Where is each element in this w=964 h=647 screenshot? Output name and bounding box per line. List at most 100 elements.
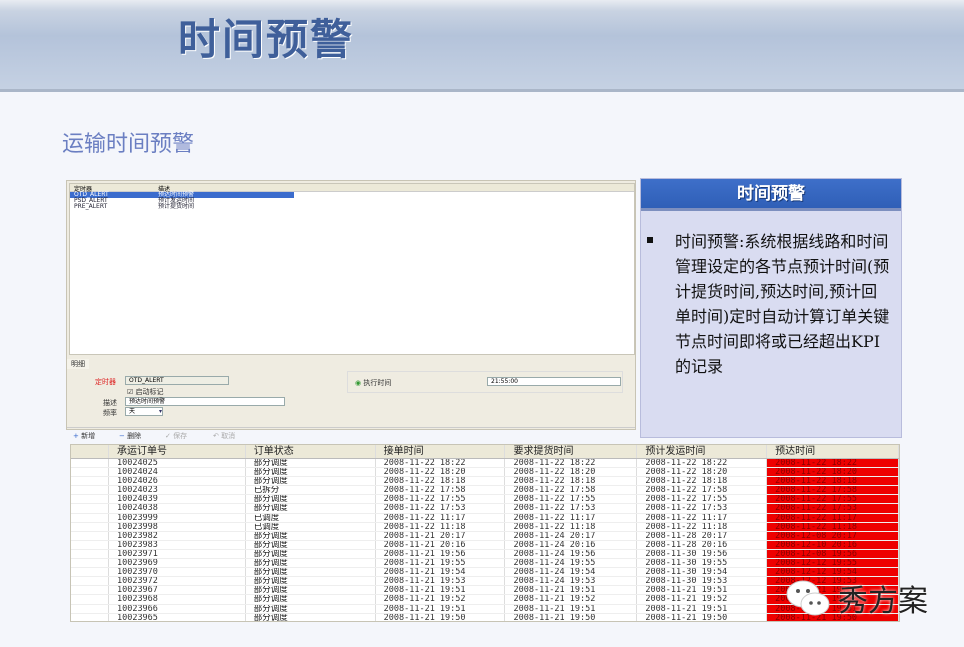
- table-cell: 2008-11-22 18:18: [767, 477, 899, 486]
- table-cell: 2008-11-22 17:55: [376, 495, 506, 504]
- table-cell: 2008-11-30 19:53: [637, 577, 768, 586]
- freq-select[interactable]: 天 ▾: [125, 407, 163, 416]
- tab-details[interactable]: 明细: [67, 359, 89, 369]
- table-row[interactable]: 10023983 部分调度 2008-11-21 20:16 2008-11-24 2…: [71, 540, 899, 550]
- column-header[interactable]: 接单时间: [376, 445, 506, 458]
- table-cell: 2008-11-21 19:56: [376, 549, 506, 559]
- table-row[interactable]: 10023971 部分调度 2008-11-21 19:56 2008-11-24 1…: [71, 549, 899, 560]
- exec-radio[interactable]: ◉ 执行时间: [355, 378, 391, 388]
- row-gutter: [71, 568, 109, 577]
- table-cell: 部分调度: [246, 495, 376, 504]
- table-row[interactable]: 10023982 部分调度 2008-11-21 20:17 2008-11-24 2…: [71, 531, 899, 541]
- check-icon: ✓: [165, 432, 171, 440]
- watermark-text: 秀方案: [838, 584, 928, 619]
- table-cell: 2008-11-22 11:18: [767, 522, 899, 531]
- table-cell: 部分调度: [246, 504, 376, 513]
- column-header[interactable]: 预达时间: [767, 445, 899, 458]
- row-gutter: [71, 459, 109, 468]
- table-cell: 2008-11-22 18:18: [637, 477, 768, 486]
- wechat-icon: [786, 580, 830, 616]
- table-cell: 部分调度: [246, 613, 376, 621]
- table-cell: 2008-11-21 19:55: [376, 559, 506, 568]
- table-cell: 2008-11-21 19:51: [505, 604, 638, 613]
- timer-list: 定时器 描述 OTD_ALERT 预达时间预警 PSD_ALERT 预计发运时间 PRE…: [69, 183, 635, 355]
- list-header-timer[interactable]: 定时器: [70, 184, 154, 193]
- table-row[interactable]: 10023998 已调度 2008-11-22 11:18 2008-11-22 11…: [71, 522, 899, 532]
- table-row[interactable]: 10024023 已拆分 2008-11-22 17:58 2008-11-22 17…: [71, 486, 899, 496]
- table-cell: 2008-11-22 17:53: [637, 504, 768, 513]
- table-cell: 2008-11-22 11:17: [767, 513, 899, 522]
- row-gutter: [71, 613, 109, 621]
- table-cell: 2008-11-22 17:55: [767, 495, 899, 504]
- table-row[interactable]: 10023967 部分调度 2008-11-21 19:51 2008-11-21 1…: [71, 586, 899, 596]
- table-row[interactable]: 10023970 部分调度 2008-11-21 19:54 2008-11-24 1…: [71, 568, 899, 578]
- table-cell: 2008-11-22 18:22: [376, 459, 506, 468]
- table-cell: 2008-11-22 17:55: [505, 495, 638, 504]
- save-label: 保存: [173, 432, 188, 440]
- table-row[interactable]: 10023965 部分调度 2008-11-21 19:50 2008-11-21 1…: [71, 613, 899, 621]
- table-row[interactable]: 10023968 部分调度 2008-11-21 19:52 2008-11-21 1…: [71, 595, 899, 605]
- table-cell: 2008-11-22 11:18: [376, 522, 506, 531]
- row-gutter: [71, 468, 109, 477]
- table-cell: 已拆分: [246, 486, 376, 495]
- description-panel: 时间预警 时间预警:系统根据线路和时间管理设定的各节点预计时间(预计提货时间,预…: [640, 178, 902, 450]
- table-cell: 2008-11-30 19:56: [637, 549, 768, 559]
- table-row[interactable]: 10024038 部分调度 2008-11-22 17:53 2008-11-22 1…: [71, 504, 899, 514]
- row-gutter: [71, 486, 109, 495]
- save-button[interactable]: ✓ 保存: [165, 431, 187, 441]
- table-cell: 2008-11-28 20:16: [637, 540, 768, 549]
- column-header[interactable]: [71, 445, 109, 458]
- table-cell: 部分调度: [246, 468, 376, 477]
- table-cell: 10023968: [109, 595, 246, 604]
- table-row[interactable]: 10023972 部分调度 2008-11-21 19:53 2008-11-24 1…: [71, 577, 899, 587]
- table-cell: 2008-12-12 19:54: [767, 568, 899, 577]
- timer-field[interactable]: OTD_ALERT: [125, 376, 229, 385]
- table-cell: 10023970: [109, 568, 246, 577]
- row-gutter: [71, 586, 109, 595]
- table-cell: 10024039: [109, 495, 246, 504]
- table-row[interactable]: 10023966 部分调度 2008-11-21 19:51 2008-11-21 1…: [71, 604, 899, 614]
- toolbar-divider: [67, 427, 635, 428]
- column-header[interactable]: 预计发运时间: [637, 445, 768, 458]
- table-row[interactable]: 10024026 部分调度 2008-11-22 18:18 2008-11-22 1…: [71, 477, 899, 487]
- column-header[interactable]: 订单状态: [246, 445, 376, 458]
- table-cell: 2008-11-21 19:50: [376, 613, 506, 621]
- list-header-desc[interactable]: 描述: [154, 184, 170, 193]
- table-cell: 2008-12-08 20:17: [767, 531, 899, 540]
- table-cell: 10024025: [109, 459, 246, 468]
- undo-icon: ↶: [213, 432, 219, 440]
- exec-time-field[interactable]: 21:55:00: [487, 377, 621, 386]
- row-gutter: [71, 559, 109, 568]
- table-cell: 2008-11-24 19:55: [505, 559, 638, 568]
- timer-list-row[interactable]: PRE_ALERT 预计提货时间: [70, 204, 634, 210]
- table-row[interactable]: 10023999 已调度 2008-11-22 11:17 2008-11-22 11…: [71, 513, 899, 523]
- table-cell: 2008-11-22 18:22: [505, 459, 638, 468]
- timer-app-panel: 定时器 描述 OTD_ALERT 预达时间预警 PSD_ALERT 预计发运时间 PRE…: [66, 180, 636, 440]
- row-gutter: [71, 577, 109, 586]
- table-row[interactable]: 10024039 部分调度 2008-11-22 17:55 2008-11-22 1…: [71, 495, 899, 505]
- delete-button[interactable]: − 删除: [119, 431, 141, 441]
- row-gutter: [71, 477, 109, 486]
- table-cell: 2008-11-22 17:58: [505, 486, 638, 495]
- timer-name: PRE_ALERT: [74, 203, 108, 210]
- table-cell: 部分调度: [246, 595, 376, 604]
- column-header[interactable]: 承运订单号: [109, 445, 246, 458]
- timer-label: 定时器: [95, 378, 116, 386]
- table-row[interactable]: 10024025 部分调度 2008-11-22 18:22 2008-11-22 1…: [71, 459, 899, 469]
- row-gutter: [71, 522, 109, 531]
- table-cell: 部分调度: [246, 559, 376, 568]
- watermark: 秀方案: [786, 576, 928, 620]
- add-button[interactable]: + 新增: [73, 431, 95, 441]
- description-header: 时间预警: [641, 179, 901, 211]
- table-row[interactable]: 10023969 部分调度 2008-11-21 19:55 2008-11-24 1…: [71, 559, 899, 569]
- cancel-button[interactable]: ↶ 取消: [213, 431, 235, 441]
- enable-checkbox[interactable]: ☑ 启动标记: [127, 387, 164, 397]
- table-cell: 2008-11-21 19:51: [637, 586, 768, 595]
- description-text: 时间预警:系统根据线路和时间管理设定的各节点预计时间(预计提货时间,预达时间,预…: [675, 232, 890, 376]
- desc-field[interactable]: 预达时间预警: [125, 397, 285, 406]
- table-cell: 2008-11-22 11:17: [505, 513, 638, 522]
- freq-value: 天: [129, 408, 136, 415]
- table-row[interactable]: 10024024 部分调度 2008-11-22 18:20 2008-11-22 1…: [71, 468, 899, 478]
- minus-icon: −: [119, 432, 125, 440]
- column-header[interactable]: 要求提货时间: [505, 445, 638, 458]
